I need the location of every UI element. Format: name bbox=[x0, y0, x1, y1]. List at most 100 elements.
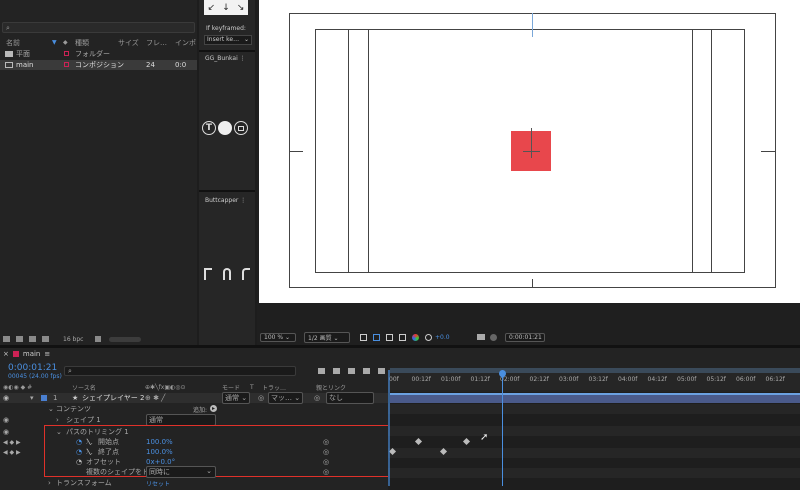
menu-icon[interactable]: ⋮ bbox=[240, 197, 246, 204]
multiple-shapes-select[interactable]: 同時に ⌄ bbox=[146, 466, 216, 478]
expand-arrow-icon[interactable]: ▾ bbox=[30, 394, 34, 402]
expand-arrow-icon[interactable]: › bbox=[48, 479, 51, 487]
project-settings-icon[interactable] bbox=[42, 336, 49, 342]
col-mode[interactable]: モード bbox=[222, 383, 240, 392]
track-matte-select[interactable]: マッ… ⌄ bbox=[268, 392, 304, 404]
keyframe-start-2[interactable] bbox=[462, 437, 471, 446]
expression-pickwhip-icon[interactable]: ◎ bbox=[323, 468, 329, 476]
circle-split-icon[interactable] bbox=[218, 121, 232, 135]
end-row[interactable]: ◀ ◆ ▶ ◔ Ⲗ. 終了点 100.0% ◎ bbox=[0, 447, 388, 457]
timeline-tab[interactable]: × main ≡ bbox=[3, 350, 50, 358]
round-cap-icon[interactable] bbox=[223, 268, 231, 280]
thumbnail-slider[interactable] bbox=[109, 336, 142, 342]
shape1-row[interactable]: ◉ › シェイプ 1 通常 bbox=[0, 414, 388, 426]
stopwatch-icon[interactable]: ◔ bbox=[76, 448, 82, 456]
motion-blur-icon[interactable] bbox=[378, 368, 385, 374]
arrow-down-right-icon[interactable]: ↘ bbox=[237, 3, 245, 13]
viewer-canvas[interactable] bbox=[259, 0, 800, 303]
col-fps[interactable]: フレ… bbox=[146, 38, 167, 48]
work-area-bar[interactable] bbox=[390, 368, 800, 373]
stopwatch-icon[interactable]: ◔ bbox=[76, 458, 82, 466]
start-row[interactable]: ◀ ◆ ▶ ◔ Ⲗ. 開始点 100.0% ◎ bbox=[0, 437, 388, 447]
mask-visibility-icon[interactable] bbox=[386, 333, 393, 341]
offset-value[interactable]: 0x+0.0° bbox=[146, 458, 175, 466]
layer-mode-select[interactable]: 通常 ⌄ bbox=[222, 392, 251, 404]
expression-pickwhip-icon[interactable]: ◎ bbox=[323, 458, 329, 466]
start-value[interactable]: 100.0% bbox=[146, 438, 173, 446]
project-row-folder[interactable]: 平面 フォルダー bbox=[0, 49, 197, 59]
shape-split-icon[interactable] bbox=[234, 121, 248, 135]
track-area[interactable]: ➚ bbox=[388, 392, 800, 490]
preserve-transparency-icon[interactable]: ◎ bbox=[258, 394, 264, 402]
current-time[interactable]: 0:00:01:21 bbox=[8, 363, 57, 373]
keyframe-start-1[interactable] bbox=[414, 437, 423, 446]
visibility-eye-icon[interactable]: ◉ bbox=[3, 428, 9, 436]
transform-row[interactable]: › トランスフォーム リセット bbox=[0, 478, 388, 488]
col-in[interactable]: インポ bbox=[175, 38, 196, 48]
col-type[interactable]: 種類 bbox=[75, 38, 89, 48]
pickwhip-icon[interactable]: ◎ bbox=[314, 394, 320, 402]
keyframe-nav-icon[interactable]: ◀ ◆ ▶ bbox=[3, 439, 21, 446]
expand-arrow-icon[interactable]: › bbox=[56, 416, 59, 424]
channel-icon[interactable] bbox=[412, 333, 419, 341]
shy-icon[interactable] bbox=[348, 368, 355, 374]
reset-link[interactable]: リセット bbox=[146, 479, 170, 488]
contents-row[interactable]: ⌄ コンテンツ 追加: ▸ bbox=[0, 404, 388, 414]
tab-menu-icon[interactable]: ≡ bbox=[44, 350, 50, 358]
close-tab-icon[interactable]: × bbox=[3, 350, 9, 358]
expression-pickwhip-icon[interactable]: ◎ bbox=[323, 448, 329, 456]
butt-cap-icon[interactable] bbox=[204, 268, 212, 280]
projecting-cap-icon[interactable] bbox=[242, 268, 250, 280]
menu-icon[interactable]: ⋮ bbox=[240, 55, 246, 62]
comp-flowchart-icon[interactable] bbox=[318, 368, 325, 374]
interpret-footage-icon[interactable] bbox=[3, 336, 10, 342]
project-row-main[interactable]: main コンポジション 24 0:0 bbox=[0, 60, 197, 70]
playhead[interactable] bbox=[502, 370, 503, 486]
exposure-icon[interactable] bbox=[425, 333, 432, 341]
expand-arrow-icon[interactable]: ⌄ bbox=[48, 405, 54, 413]
arrow-down-left-icon[interactable]: ↙ bbox=[208, 3, 216, 13]
layer-search[interactable]: ⌕ bbox=[64, 366, 296, 376]
insert-keyframe-select[interactable]: Insert ke… ⌄ bbox=[204, 35, 252, 45]
multiple-shapes-row[interactable]: 複数のシェイプをトリム 同時に ⌄ ◎ bbox=[0, 466, 388, 478]
resolution-select[interactable]: 1/2 画質 ⌄ bbox=[304, 331, 350, 343]
col-size[interactable]: サイズ bbox=[118, 38, 139, 48]
col-t[interactable]: T bbox=[250, 384, 254, 391]
bpc-indicator[interactable]: 16 bpc bbox=[63, 336, 83, 343]
end-value[interactable]: 100.0% bbox=[146, 448, 173, 456]
expression-pickwhip-icon[interactable]: ◎ bbox=[323, 438, 329, 446]
trim-paths-row[interactable]: ◉ ⌄ パスのトリミング 1 bbox=[0, 427, 388, 437]
col-parent[interactable]: 親とリンク bbox=[316, 383, 346, 392]
show-snapshot-icon[interactable] bbox=[490, 333, 497, 341]
region-of-interest-icon[interactable] bbox=[360, 333, 367, 341]
col-source[interactable]: ソース名 bbox=[72, 383, 96, 392]
layer-name[interactable]: シェイプレイヤー 2 bbox=[82, 393, 144, 403]
graph-icon[interactable]: Ⲗ. bbox=[86, 448, 93, 457]
sort-arrow-icon[interactable]: ▼ bbox=[52, 39, 57, 46]
col-track[interactable]: トラッ… bbox=[262, 383, 286, 392]
time-ruler[interactable]: 00f 00:12f 01:00f 01:12f 02:00f 02:12f 03:00f 0… bbox=[388, 368, 800, 390]
zoom-select[interactable]: 100 % ⌄ bbox=[260, 332, 296, 342]
new-folder-icon[interactable] bbox=[16, 336, 23, 342]
parent-select[interactable]: なし bbox=[326, 392, 374, 404]
visibility-eye-icon[interactable]: ◉ bbox=[3, 394, 9, 402]
transparency-grid-icon[interactable] bbox=[373, 333, 380, 341]
col-name[interactable]: 名前 bbox=[6, 38, 20, 48]
graph-icon[interactable]: Ⲗ. bbox=[86, 438, 93, 447]
layer-label-color[interactable] bbox=[41, 395, 47, 401]
frame-blend-icon[interactable] bbox=[363, 368, 370, 374]
snapshot-icon[interactable] bbox=[477, 334, 485, 340]
arrow-down-icon[interactable]: ↓ bbox=[222, 3, 230, 13]
new-composition-icon[interactable] bbox=[29, 336, 36, 342]
add-button-icon[interactable]: ▸ bbox=[210, 405, 217, 412]
expand-arrow-icon[interactable]: ⌄ bbox=[56, 428, 62, 436]
project-search[interactable]: ⌕ bbox=[2, 22, 195, 33]
keyframe-nav-icon[interactable]: ◀ ◆ ▶ bbox=[3, 449, 21, 456]
stopwatch-icon[interactable]: ◔ bbox=[76, 438, 82, 446]
grid-guide-icon[interactable] bbox=[399, 333, 406, 341]
text-split-icon[interactable]: T bbox=[202, 121, 216, 135]
draft-3d-icon[interactable] bbox=[333, 368, 340, 374]
viewer-timecode[interactable]: 0:00:01:21 bbox=[505, 332, 545, 342]
trash-icon[interactable] bbox=[95, 336, 102, 342]
layer-row[interactable]: ◉ ▾ 1 ★ シェイプレイヤー 2 ⊕ ✱ ╱ 通常 ⌄ ◎ マッ… ⌄ ◎ … bbox=[0, 392, 388, 404]
